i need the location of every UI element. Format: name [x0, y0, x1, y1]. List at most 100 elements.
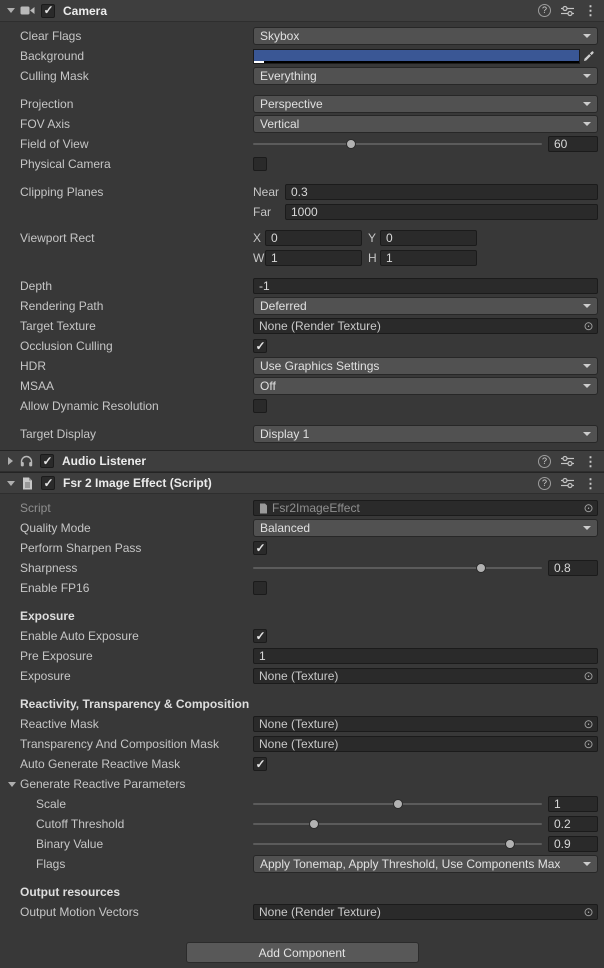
- pre-exposure-input[interactable]: 1: [253, 648, 598, 664]
- viewport-x-input[interactable]: 0: [265, 230, 362, 246]
- viewport-y-input[interactable]: 0: [380, 230, 477, 246]
- binary-value-input[interactable]: 0.9: [548, 836, 598, 852]
- audio-listener-component-header[interactable]: Audio Listener ? ⋮: [0, 450, 604, 472]
- object-picker-icon[interactable]: ⊙: [580, 905, 597, 919]
- kebab-menu-icon[interactable]: ⋮: [584, 455, 597, 468]
- row-cutoff-threshold: Cutoff Threshold 0.2: [0, 814, 604, 834]
- slider-thumb[interactable]: [505, 839, 515, 849]
- sharpness-input[interactable]: 0.8: [548, 560, 598, 576]
- perform-sharpen-pass-label: Perform Sharpen Pass: [20, 541, 253, 555]
- depth-input[interactable]: -1: [253, 278, 598, 294]
- physical-camera-checkbox[interactable]: [253, 157, 267, 171]
- reactive-mask-object-field[interactable]: None (Texture) ⊙: [253, 716, 598, 732]
- object-picker-icon[interactable]: ⊙: [580, 737, 597, 751]
- scale-slider[interactable]: [253, 795, 542, 813]
- fsr2-title: Fsr 2 Image Effect (Script): [63, 476, 212, 490]
- occlusion-culling-checkbox[interactable]: [253, 339, 267, 353]
- object-picker-icon[interactable]: ⊙: [580, 319, 597, 333]
- chevron-down-icon: [583, 526, 591, 530]
- field-of-view-input[interactable]: 60: [548, 136, 598, 152]
- enable-fp16-label: Enable FP16: [20, 581, 253, 595]
- foldout-closed-icon[interactable]: [8, 457, 13, 465]
- object-picker-icon[interactable]: ⊙: [580, 717, 597, 731]
- spacer: [0, 598, 604, 606]
- slider-thumb[interactable]: [309, 819, 319, 829]
- quality-mode-label: Quality Mode: [20, 521, 253, 535]
- msaa-dropdown[interactable]: Off: [253, 377, 598, 395]
- transparency-mask-object-field[interactable]: None (Texture) ⊙: [253, 736, 598, 752]
- presets-icon[interactable]: [561, 455, 574, 467]
- clipping-planes-label: Clipping Planes: [20, 182, 253, 202]
- enable-auto-exposure-label: Enable Auto Exposure: [20, 629, 253, 643]
- camera-enabled-checkbox[interactable]: [41, 4, 55, 18]
- slider-thumb[interactable]: [476, 563, 486, 573]
- add-component-button[interactable]: Add Component: [186, 942, 419, 963]
- slider-thumb[interactable]: [346, 139, 356, 149]
- background-label: Background: [20, 49, 253, 63]
- fsr2-component-header[interactable]: Fsr 2 Image Effect (Script) ? ⋮: [0, 472, 604, 494]
- auto-generate-reactive-mask-checkbox[interactable]: [253, 757, 267, 771]
- fsr2-enabled-checkbox[interactable]: [41, 476, 55, 490]
- object-picker-icon[interactable]: ⊙: [580, 669, 597, 683]
- culling-mask-dropdown[interactable]: Everything: [253, 67, 598, 85]
- allow-dynamic-resolution-checkbox[interactable]: [253, 399, 267, 413]
- exposure-object-field[interactable]: None (Texture) ⊙: [253, 668, 598, 684]
- help-icon[interactable]: ?: [538, 4, 551, 17]
- near-clip-input[interactable]: 0.3: [285, 184, 598, 200]
- object-field-value: None (Render Texture): [259, 905, 580, 919]
- msaa-label: MSAA: [20, 379, 253, 393]
- perform-sharpen-pass-checkbox[interactable]: [253, 541, 267, 555]
- binary-value-slider[interactable]: [253, 835, 542, 853]
- hdr-dropdown[interactable]: Use Graphics Settings: [253, 357, 598, 375]
- fsr2-body: Script Fsr2ImageEffect ⊙ Quality Mode Ba…: [0, 494, 604, 928]
- help-icon[interactable]: ?: [538, 455, 551, 468]
- kebab-menu-icon[interactable]: ⋮: [584, 477, 597, 490]
- row-enable-auto-exposure: Enable Auto Exposure: [0, 626, 604, 646]
- far-clip-input[interactable]: 1000: [285, 204, 598, 220]
- enable-fp16-checkbox[interactable]: [253, 581, 267, 595]
- viewport-h-input[interactable]: 1: [380, 250, 477, 266]
- scale-input[interactable]: 1: [548, 796, 598, 812]
- presets-icon[interactable]: [561, 477, 574, 489]
- row-clipping-planes: Clipping Planes Near 0.3 Far 1000: [0, 182, 604, 222]
- target-display-dropdown[interactable]: Display 1: [253, 425, 598, 443]
- camera-component-header[interactable]: Camera ? ⋮: [0, 0, 604, 22]
- foldout-open-icon[interactable]: [8, 782, 16, 787]
- row-projection: Projection Perspective: [0, 94, 604, 114]
- quality-mode-dropdown[interactable]: Balanced: [253, 519, 598, 537]
- cutoff-threshold-slider[interactable]: [253, 815, 542, 833]
- presets-icon[interactable]: [561, 5, 574, 17]
- kebab-menu-icon[interactable]: ⋮: [584, 4, 597, 17]
- exposure-label: Exposure: [20, 669, 253, 683]
- viewport-w-input[interactable]: 1: [265, 250, 362, 266]
- object-picker-icon[interactable]: ⊙: [580, 501, 597, 515]
- headphones-icon: [18, 453, 35, 469]
- fov-axis-dropdown[interactable]: Vertical: [253, 115, 598, 133]
- background-color-swatch[interactable]: [253, 49, 580, 64]
- enable-auto-exposure-checkbox[interactable]: [253, 629, 267, 643]
- clear-flags-dropdown[interactable]: Skybox: [253, 27, 598, 45]
- eyedropper-icon[interactable]: [580, 50, 598, 62]
- dropdown-value: Skybox: [260, 29, 299, 43]
- script-object-field[interactable]: Fsr2ImageEffect ⊙: [253, 500, 598, 516]
- help-icon[interactable]: ?: [538, 477, 551, 490]
- dropdown-value: Perspective: [260, 97, 323, 111]
- audio-listener-enabled-checkbox[interactable]: [40, 454, 54, 468]
- flags-dropdown[interactable]: Apply Tonemap, Apply Threshold, Use Comp…: [253, 855, 598, 873]
- field-of-view-slider[interactable]: [253, 135, 542, 153]
- foldout-open-icon[interactable]: [7, 481, 15, 486]
- section-output-resources: Output resources: [0, 882, 604, 902]
- sharpness-slider[interactable]: [253, 559, 542, 577]
- flags-label: Flags: [20, 857, 253, 871]
- slider-thumb[interactable]: [393, 799, 403, 809]
- rendering-path-dropdown[interactable]: Deferred: [253, 297, 598, 315]
- row-generate-reactive-parameters[interactable]: Generate Reactive Parameters: [0, 774, 604, 794]
- projection-dropdown[interactable]: Perspective: [253, 95, 598, 113]
- target-texture-object-field[interactable]: None (Render Texture) ⊙: [253, 318, 598, 334]
- cutoff-threshold-input[interactable]: 0.2: [548, 816, 598, 832]
- output-motion-vectors-object-field[interactable]: None (Render Texture) ⊙: [253, 904, 598, 920]
- foldout-open-icon[interactable]: [7, 8, 15, 13]
- row-clear-flags: Clear Flags Skybox: [0, 26, 604, 46]
- reactive-mask-label: Reactive Mask: [20, 717, 253, 731]
- alpha-bar: [254, 61, 579, 63]
